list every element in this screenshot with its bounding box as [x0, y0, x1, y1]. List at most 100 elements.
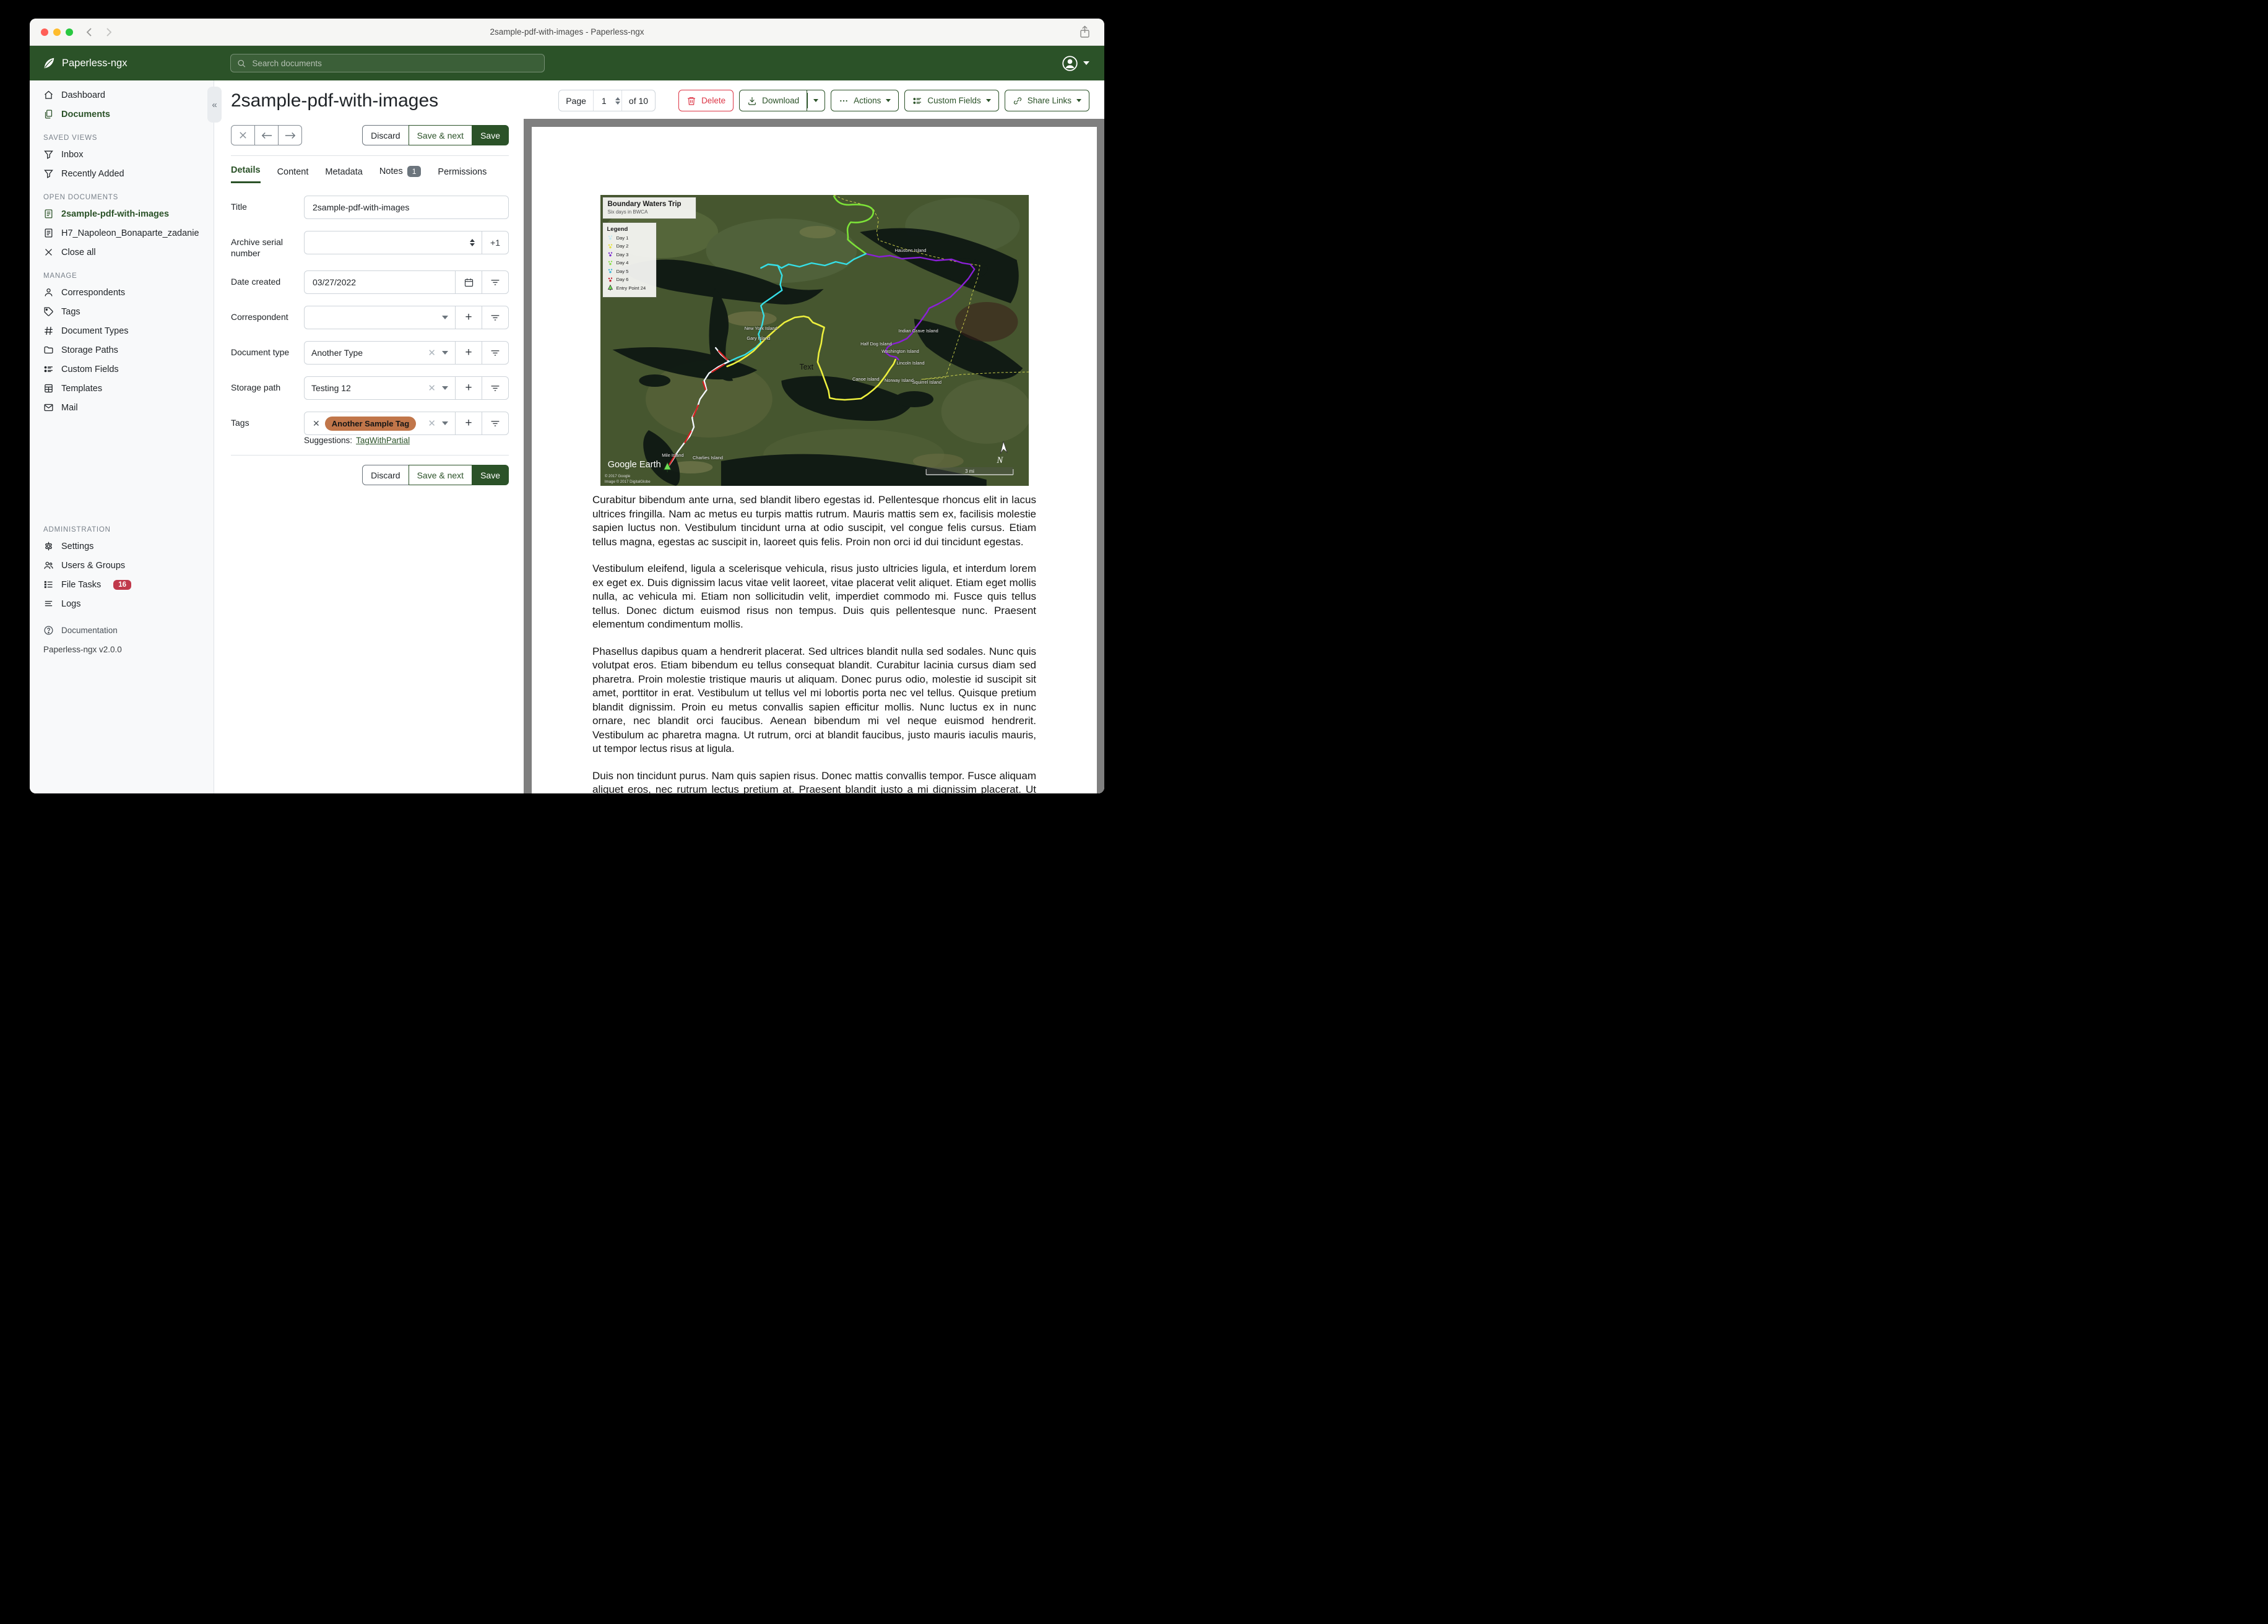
- asn-plus-one-button[interactable]: +1: [482, 231, 509, 254]
- clear-value-icon[interactable]: ✕: [428, 347, 436, 358]
- asn-stepper[interactable]: [470, 239, 475, 246]
- page-number-input[interactable]: [600, 95, 612, 106]
- discard-button-bottom[interactable]: Discard: [362, 465, 409, 486]
- download-button[interactable]: Download: [739, 90, 808, 111]
- tab-metadata[interactable]: Metadata: [325, 167, 362, 183]
- sidebar-item-mail[interactable]: Mail: [30, 398, 214, 417]
- pdf-viewer[interactable]: Hausons Island New York Island Gary Island…: [524, 119, 1104, 793]
- tab-permissions[interactable]: Permissions: [438, 167, 487, 183]
- search-box[interactable]: [230, 54, 545, 72]
- sidebar-item-label: Correspondents: [61, 287, 126, 298]
- storage-path-select[interactable]: Testing 12 ✕: [304, 376, 456, 400]
- save-button-bottom[interactable]: Save: [472, 465, 509, 486]
- asn-input[interactable]: [311, 237, 470, 248]
- sidebar-item-correspondents[interactable]: Correspondents: [30, 283, 214, 302]
- tags-filter-button[interactable]: [482, 412, 509, 436]
- save-and-next-button-bottom[interactable]: Save & next: [408, 465, 473, 486]
- sidebar-item-h7-napoleon-bonaparte-zadanie[interactable]: H7_Napoleon_Bonaparte_zadanie: [30, 223, 214, 243]
- sidebar-item-close-all[interactable]: Close all: [30, 243, 214, 262]
- download-options-button[interactable]: [807, 90, 826, 111]
- sidebar-item-storage-paths[interactable]: Storage Paths: [30, 340, 214, 360]
- delete-button[interactable]: Delete: [678, 90, 734, 111]
- tab-notes[interactable]: Notes 1: [379, 166, 422, 183]
- user-menu[interactable]: [1062, 55, 1089, 72]
- island-label: Squirrel Island: [912, 379, 941, 385]
- sidebar-item-documentation[interactable]: Documentation: [30, 621, 214, 640]
- sidebar-item-templates[interactable]: Templates: [30, 379, 214, 398]
- sidebar-item-users-groups[interactable]: Users & Groups: [30, 556, 214, 575]
- sidebar-item-file-tasks[interactable]: File Tasks 16: [30, 575, 214, 594]
- document-type-label: Document type: [231, 347, 290, 358]
- discard-button[interactable]: Discard: [362, 125, 409, 145]
- next-document-button[interactable]: [278, 125, 302, 145]
- funnel-icon: [44, 150, 53, 159]
- share-icon[interactable]: [1079, 25, 1091, 38]
- legend-item: Day 1: [607, 235, 652, 241]
- sidebar-item-label: Settings: [61, 541, 94, 551]
- sidebar-item-recently-added[interactable]: Recently Added: [30, 164, 214, 183]
- sidebar-item-documents[interactable]: Documents: [30, 105, 214, 124]
- date-created-input[interactable]: [311, 277, 448, 288]
- route-marker-icon: [608, 269, 612, 274]
- clear-all-tags-icon[interactable]: ✕: [313, 418, 320, 429]
- previous-document-button[interactable]: [254, 125, 279, 145]
- title-input[interactable]: [311, 202, 501, 213]
- select-caret-icon: [442, 421, 448, 426]
- download-split-button: Download: [739, 90, 826, 111]
- sidebar-item-2sample-pdf-with-images[interactable]: 2sample-pdf-with-images: [30, 204, 214, 223]
- tags-select[interactable]: ✕ Another Sample Tag ✕: [304, 412, 456, 436]
- sidebar-section-title: OPEN DOCUMENTS: [43, 194, 119, 201]
- tab-details[interactable]: Details: [231, 165, 261, 183]
- document-type-filter-button[interactable]: [482, 341, 509, 365]
- map-legend-title: Legend: [607, 226, 628, 233]
- legend-item: Day 4: [607, 260, 652, 266]
- link-icon: [1013, 97, 1021, 105]
- document-type-add-button[interactable]: +: [455, 341, 482, 365]
- tags-label: Tags: [231, 418, 249, 428]
- document-edit-form: Discard Save & next Save Details Content M…: [214, 119, 524, 793]
- island-label: Canoe Island: [852, 376, 880, 382]
- custom-fields-button[interactable]: Custom Fields: [904, 90, 999, 111]
- sidebar-item-document-types[interactable]: Document Types: [30, 321, 214, 340]
- close-document-button[interactable]: [231, 125, 255, 145]
- clear-value-icon[interactable]: ✕: [428, 418, 436, 429]
- search-input[interactable]: [251, 58, 538, 69]
- document-type-select[interactable]: Another Type ✕: [304, 341, 456, 365]
- suggestion-link[interactable]: TagWithPartial: [356, 436, 410, 445]
- x-icon: [45, 249, 52, 256]
- sidebar-collapse-button[interactable]: «: [207, 87, 222, 123]
- page-stepper[interactable]: [615, 97, 620, 105]
- tab-content[interactable]: Content: [277, 167, 309, 183]
- correspondent-filter-button[interactable]: [482, 306, 509, 330]
- app-brand[interactable]: Paperless-ngx: [30, 56, 214, 70]
- clear-value-icon[interactable]: ✕: [428, 382, 436, 394]
- share-links-button[interactable]: Share Links: [1004, 90, 1089, 111]
- actions-button[interactable]: Actions: [831, 90, 899, 111]
- person-icon: [45, 288, 53, 296]
- map-image: Hausons Island New York Island Gary Island…: [600, 195, 1029, 486]
- sidebar-item-dashboard[interactable]: Dashboard: [30, 85, 214, 105]
- correspondent-select[interactable]: [304, 306, 456, 330]
- route-marker-icon: [608, 243, 612, 248]
- correspondent-add-button[interactable]: +: [455, 306, 482, 330]
- date-filter-button[interactable]: [482, 270, 509, 295]
- island-label: Charlies Island: [693, 455, 723, 460]
- route-marker-icon: [608, 235, 612, 240]
- sidebar-item-inbox[interactable]: Inbox: [30, 145, 214, 164]
- tags-add-button[interactable]: +: [455, 412, 482, 436]
- sidebar-item-label: Tags: [61, 306, 80, 317]
- tag-chip[interactable]: Another Sample Tag: [324, 416, 417, 431]
- sidebar-item-settings[interactable]: Settings: [30, 537, 214, 556]
- storage-path-add-button[interactable]: +: [455, 376, 482, 400]
- sidebar-item-custom-fields[interactable]: Custom Fields: [30, 360, 214, 379]
- calendar-button[interactable]: [455, 270, 482, 295]
- sidebar-item-label: Documents: [61, 109, 110, 119]
- document-paragraph: Vestibulum eleifend, ligula a scelerisqu…: [592, 563, 1036, 630]
- sidebar-item-label: File Tasks: [61, 579, 102, 590]
- save-button[interactable]: Save: [472, 125, 509, 145]
- sidebar-item-logs[interactable]: Logs: [30, 594, 214, 613]
- island-label: Lincoln Island: [896, 360, 924, 366]
- storage-path-filter-button[interactable]: [482, 376, 509, 400]
- save-and-next-button[interactable]: Save & next: [408, 125, 473, 145]
- sidebar-item-tags[interactable]: Tags: [30, 302, 214, 321]
